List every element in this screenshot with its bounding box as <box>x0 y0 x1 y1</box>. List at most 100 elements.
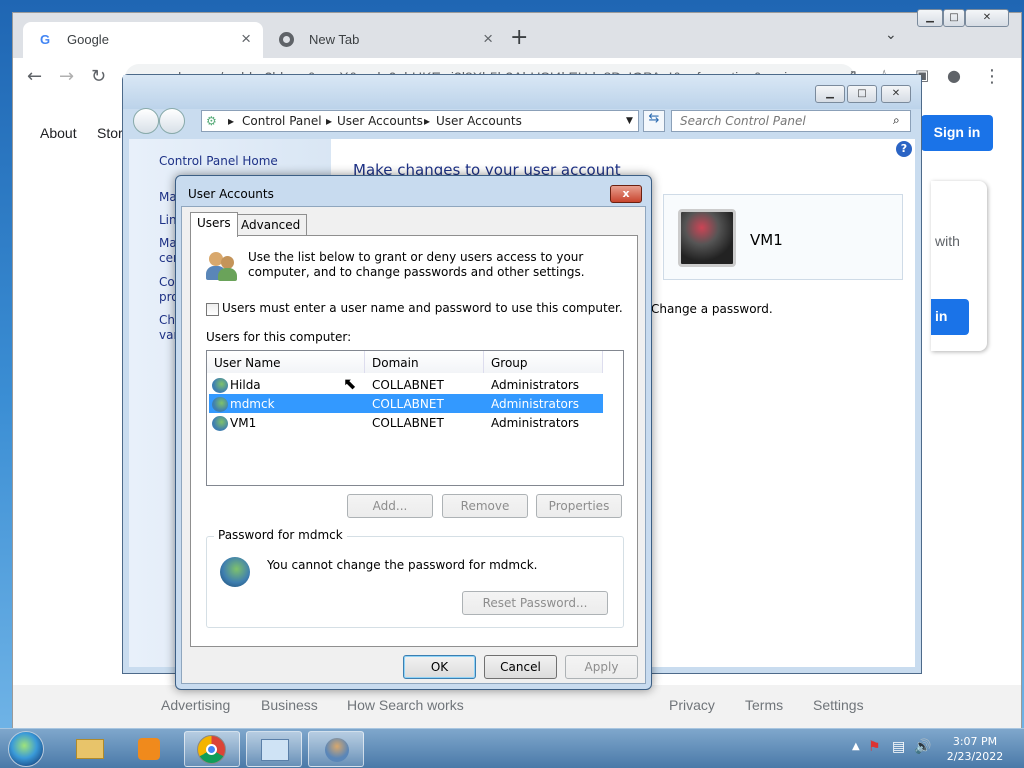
forward-circle-icon[interactable] <box>159 108 185 134</box>
require-password-label: Users must enter a user name and passwor… <box>222 301 623 315</box>
about-link[interactable]: About <box>40 125 77 141</box>
start-button[interactable] <box>8 731 44 767</box>
user-group: Administrators <box>491 416 580 430</box>
cp-caption-bar: ▁ □ ✕ <box>123 75 921 109</box>
user-name: mdmck <box>230 397 275 411</box>
cp-close-button[interactable]: ✕ <box>881 85 911 103</box>
help-icon[interactable]: ? <box>896 141 912 157</box>
user-name: VM1 <box>230 416 257 430</box>
maximize-button[interactable]: □ <box>943 9 965 27</box>
apply-button[interactable]: Apply <box>565 655 638 679</box>
ok-button[interactable]: OK <box>403 655 476 679</box>
column-domain[interactable]: Domain <box>365 351 484 373</box>
dropdown-arrow-icon[interactable]: ▼ <box>626 116 633 126</box>
table-row[interactable]: Hilda COLLABNET Administrators <box>209 375 603 394</box>
chevron-down-icon[interactable]: ⌄ <box>885 27 897 43</box>
user-icon <box>212 397 228 412</box>
media-player-taskbar-button[interactable] <box>122 731 178 767</box>
sign-in-button[interactable]: Sign in <box>921 115 993 151</box>
network-icon[interactable]: ▤ <box>892 739 905 755</box>
user-domain: COLLABNET <box>372 397 444 411</box>
reset-password-button[interactable]: Reset Password... <box>462 591 608 615</box>
close-icon[interactable]: × <box>483 29 493 49</box>
back-arrow-icon[interactable]: ← <box>27 66 42 87</box>
cancel-button[interactable]: Cancel <box>484 655 557 679</box>
users-icon <box>325 738 349 762</box>
breadcrumb-user-accounts[interactable]: User Accounts <box>337 114 423 128</box>
breadcrumb-separator: ▸ <box>228 114 235 128</box>
close-window-button[interactable]: ✕ <box>965 9 1009 27</box>
change-password-link[interactable]: Change a password. <box>651 302 773 316</box>
tab-label: New Tab <box>309 32 360 47</box>
breadcrumb-user-accounts-2[interactable]: User Accounts <box>436 114 522 128</box>
chrome-icon <box>197 735 226 764</box>
control-panel-home-link[interactable]: Control Panel Home <box>159 154 278 168</box>
tab-new-tab[interactable]: New Tab × <box>265 22 505 58</box>
table-row-selected[interactable]: mdmck COLLABNET Administrators <box>209 394 603 413</box>
signin-card: with in <box>931 181 987 351</box>
tab-google[interactable]: G Google × <box>23 22 263 58</box>
left-link-5[interactable]: Ch <box>159 313 175 327</box>
profile-icon[interactable]: ● <box>947 66 961 85</box>
footer-terms[interactable]: Terms <box>745 697 783 713</box>
breadcrumb-separator: ▸ <box>424 114 431 128</box>
tab-advanced[interactable]: Advanced <box>234 214 308 236</box>
require-password-checkbox[interactable] <box>206 303 219 316</box>
control-panel-icon: ⚙ <box>206 114 217 128</box>
cp-minimize-button[interactable]: ▁ <box>815 85 845 103</box>
forward-arrow-icon[interactable]: → <box>59 66 74 87</box>
dialog-close-button[interactable]: x <box>610 185 642 203</box>
dialog-title: User Accounts <box>188 187 274 201</box>
refresh-icon[interactable]: ⇆ <box>643 110 665 132</box>
back-circle-icon[interactable] <box>133 108 159 134</box>
chrome-icon <box>279 32 294 47</box>
user-accounts-taskbar-button[interactable] <box>308 731 364 767</box>
explorer-taskbar-button[interactable] <box>62 731 118 767</box>
user-domain: COLLABNET <box>372 416 444 430</box>
footer-privacy[interactable]: Privacy <box>669 697 715 713</box>
clock-date: 2/23/2022 <box>946 750 1004 763</box>
column-user-name[interactable]: User Name <box>207 351 365 373</box>
account-picture <box>678 209 736 267</box>
footer-settings[interactable]: Settings <box>813 697 864 713</box>
taskbar: ▲ ⚑ ▤ 🔊 3:07 PM 2/23/2022 <box>0 728 1024 768</box>
left-link-4[interactable]: Co <box>159 275 175 289</box>
table-row[interactable]: VM1 COLLABNET Administrators <box>209 413 603 432</box>
account-name: VM1 <box>750 231 783 249</box>
chrome-taskbar-button[interactable] <box>184 731 240 767</box>
search-icon: ⌕ <box>893 113 900 127</box>
cp-maximize-button[interactable]: □ <box>847 85 877 103</box>
new-tab-button[interactable]: + <box>510 25 528 50</box>
cp-address-bar[interactable]: ⚙ ▸ Control Panel ▸ User Accounts ▸ User… <box>201 110 639 132</box>
show-hidden-icons-icon[interactable]: ▲ <box>852 741 860 752</box>
add-button[interactable]: Add... <box>347 494 433 518</box>
tab-users[interactable]: Users <box>190 212 238 237</box>
breadcrumb-control-panel[interactable]: Control Panel <box>242 114 322 128</box>
footer-how-search-works[interactable]: How Search works <box>347 697 464 713</box>
intro-text: Use the list below to grant or deny user… <box>248 250 585 279</box>
column-group[interactable]: Group <box>484 351 603 373</box>
left-link-2[interactable]: Lin <box>159 213 177 227</box>
menu-dots-icon[interactable]: ⋮ <box>983 66 1001 87</box>
reload-icon[interactable]: ↻ <box>91 66 106 87</box>
action-center-icon[interactable]: ⚑ <box>868 739 881 755</box>
folder-icon <box>76 739 104 759</box>
minimize-button[interactable]: ▁ <box>917 9 943 27</box>
card-signin-button[interactable]: in <box>931 299 969 335</box>
user-group: Administrators <box>491 397 580 411</box>
store-link[interactable]: Stor <box>97 125 123 141</box>
google-g-icon: G <box>39 32 51 47</box>
close-icon[interactable]: × <box>241 29 251 49</box>
remove-button[interactable]: Remove <box>442 494 528 518</box>
control-panel-taskbar-button[interactable] <box>246 731 302 767</box>
account-tile: VM1 <box>663 194 903 280</box>
clock-time: 3:07 PM <box>952 735 998 748</box>
users-list[interactable]: User Name Domain Group Hilda COLLABNET A… <box>206 350 624 486</box>
cp-search-input[interactable]: Search Control Panel <box>671 110 911 132</box>
system-clock[interactable]: 3:07 PM 2/23/2022 <box>940 734 1010 764</box>
footer-business[interactable]: Business <box>261 697 318 713</box>
dialog-body: Users Advanced Use the list below to gra… <box>181 206 646 684</box>
volume-icon[interactable]: 🔊 <box>914 739 931 755</box>
properties-button[interactable]: Properties <box>536 494 622 518</box>
footer-advertising[interactable]: Advertising <box>161 697 230 713</box>
